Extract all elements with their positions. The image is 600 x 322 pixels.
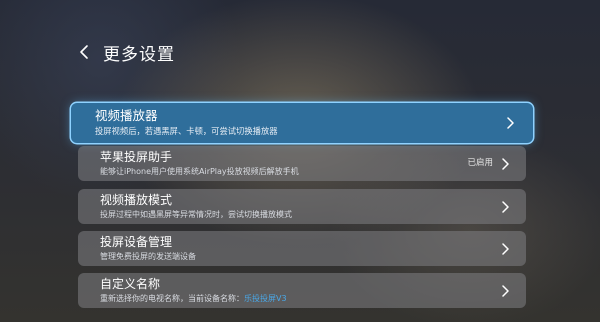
chevron-right-icon <box>500 283 510 297</box>
chevron-right-icon <box>500 241 510 255</box>
status-label: 已启用 <box>467 158 493 168</box>
item-title: 投屏设备管理 <box>100 235 173 249</box>
settings-list: 视频播放器 投屏视频后，若遇黑屏、卡顿，可尝试切换播放器 苹果投屏助手 能够让i… <box>0 0 600 322</box>
settings-item-custom-name[interactable]: 自定义名称 重新选择你的电视名称，当前设备名称：乐投投屏V3 <box>78 273 526 308</box>
device-name: 乐投投屏V3 <box>244 294 287 303</box>
item-title: 视频播放器 <box>95 108 158 123</box>
settings-item-apple-cast-assistant[interactable]: 苹果投屏助手 能够让iPhone用户使用系统AirPlay投放视频后解放手机 已… <box>78 146 526 181</box>
settings-item-device-management[interactable]: 投屏设备管理 管理免费投屏的发送端设备 <box>78 231 526 266</box>
description-text: 重新选择你的电视名称，当前设备名称： <box>100 294 244 303</box>
item-title: 视频播放模式 <box>100 193 173 207</box>
settings-item-playback-mode[interactable]: 视频播放模式 投屏过程中如遇黑屏等异常情况时，尝试切换播放模式 <box>78 189 526 224</box>
item-description: 投屏过程中如遇黑屏等异常情况时，尝试切换播放模式 <box>100 210 292 219</box>
item-description: 重新选择你的电视名称，当前设备名称：乐投投屏V3 <box>100 293 287 304</box>
item-description: 管理免费投屏的发送端设备 <box>100 252 196 261</box>
item-description: 能够让iPhone用户使用系统AirPlay投放视频后解放手机 <box>100 167 299 176</box>
item-description: 投屏视频后，若遇黑屏、卡顿，可尝试切换播放器 <box>95 126 278 136</box>
chevron-right-icon <box>505 115 515 129</box>
chevron-right-icon <box>500 199 510 213</box>
settings-item-video-player[interactable]: 视频播放器 投屏视频后，若遇黑屏、卡顿，可尝试切换播放器 <box>71 103 533 143</box>
chevron-right-icon <box>500 156 510 170</box>
item-title: 自定义名称 <box>100 277 161 291</box>
item-title: 苹果投屏助手 <box>100 150 173 164</box>
